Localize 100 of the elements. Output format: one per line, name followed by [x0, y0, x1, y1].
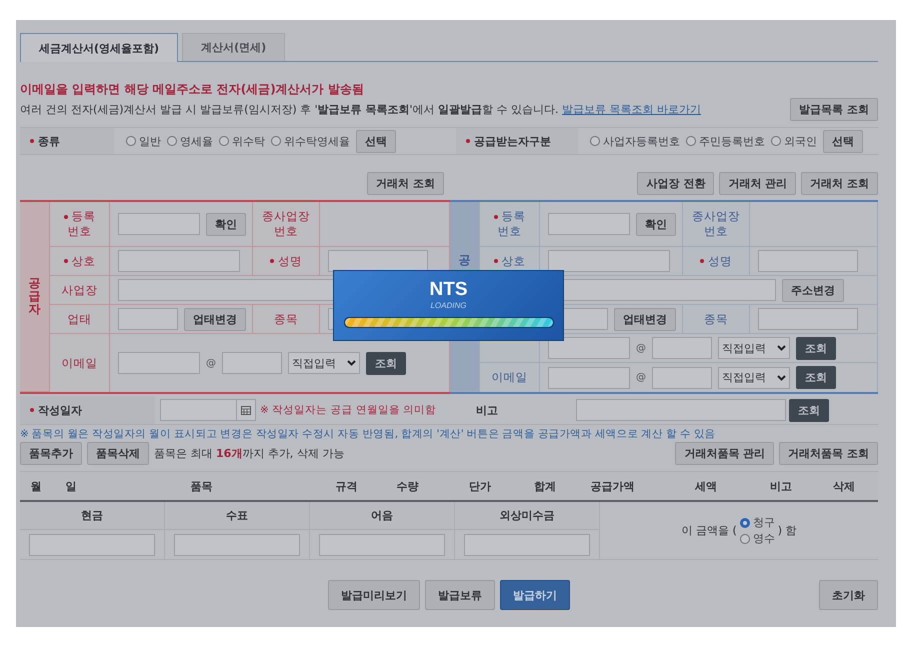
lookup-button[interactable]: 조회	[796, 366, 836, 389]
email-domain-select[interactable]: 직접입력	[718, 366, 790, 388]
column-header: 규격	[334, 478, 358, 494]
item-field[interactable]	[758, 308, 858, 330]
confirm-button[interactable]: 확인	[636, 212, 676, 236]
registration-number-field[interactable]	[548, 213, 630, 235]
field-label: 상호	[64, 254, 96, 268]
partner-item-button[interactable]: 거래처품목 조회	[779, 442, 878, 465]
confirm-button[interactable]: 확인	[206, 212, 246, 236]
field-label: 사업장	[62, 282, 98, 298]
hold-list-link[interactable]: 발급보류 목록조회 바로가기	[562, 103, 702, 116]
lookup-button[interactable]: 조회	[366, 352, 406, 374]
email-domain-field[interactable]	[222, 352, 282, 374]
radio-button[interactable]	[590, 136, 600, 146]
field-label: 이메일	[62, 356, 98, 370]
at-sign: @	[636, 372, 646, 383]
field-label: 이메일	[492, 370, 528, 385]
field-label: 종사업장 번호	[262, 209, 310, 239]
radio-button[interactable]	[771, 136, 781, 146]
column-header: 공급가액	[590, 478, 636, 494]
action-button[interactable]: 발급보류	[425, 580, 495, 610]
payment-field[interactable]	[319, 534, 445, 556]
column-header: 비고	[769, 478, 793, 494]
representative-field[interactable]	[758, 250, 858, 272]
radio-button[interactable]	[219, 136, 229, 146]
radio-button[interactable]	[740, 518, 750, 528]
payment-field[interactable]	[29, 534, 155, 556]
email-domain-field[interactable]	[652, 366, 712, 388]
option-label: 영세율	[180, 134, 213, 148]
info-text: 여러 건의 전자(세금)계산서 발급 시 발급보류(임시저장) 후 '발급보류 목록조회'에서 일괄발급할 수 있습니다. 발급보류 목록조회 바로가기	[20, 102, 702, 117]
column-header: 외상미수금	[455, 502, 600, 530]
email-domain-field[interactable]	[652, 337, 712, 359]
company-name-field[interactable]	[548, 250, 670, 272]
field-label: 비고	[476, 402, 500, 418]
payment-field[interactable]	[464, 534, 590, 556]
caret-icon	[777, 374, 786, 380]
reset-button[interactable]: 초기화	[819, 580, 878, 610]
address-change-button[interactable]: 주소변경	[782, 278, 844, 302]
field-label: 종사업장 번호	[692, 209, 740, 239]
item-button[interactable]: 품목삭제	[87, 442, 149, 465]
tab[interactable]: 계산서(면세)	[182, 33, 286, 61]
partner-item-button[interactable]: 거래처품목 관리	[675, 442, 774, 465]
column-header: 삭제	[832, 478, 856, 494]
field-label: 종류	[30, 134, 60, 148]
column-header: 수량	[396, 478, 420, 494]
caret-icon	[777, 345, 786, 351]
lookup-button[interactable]: 조회	[796, 336, 836, 360]
partner-button[interactable]: 거래처 조회	[367, 172, 444, 195]
column-header: 월	[30, 478, 42, 494]
column-header: 합계	[533, 478, 557, 494]
select-button[interactable]: 선택	[823, 130, 863, 152]
amount-text: 이 금액을 (	[681, 523, 737, 538]
email-id-field[interactable]	[548, 337, 630, 359]
radio-button[interactable]	[740, 534, 750, 544]
email-id-field[interactable]	[548, 366, 630, 388]
field-label: 상호	[494, 254, 526, 268]
email-domain-select[interactable]: 직접입력	[288, 352, 360, 374]
issue-list-button[interactable]: 발급목록 조회	[790, 98, 878, 121]
representative-field[interactable]	[328, 250, 428, 272]
company-name-field[interactable]	[118, 250, 240, 272]
business-type-button[interactable]: 업태변경	[184, 308, 246, 330]
radio-button[interactable]	[271, 136, 281, 146]
option-label: 주민등록번호	[699, 134, 765, 148]
field-label: 업태	[68, 312, 92, 326]
column-header: 품목	[190, 478, 214, 494]
column-header: 일	[64, 478, 78, 494]
item-button[interactable]: 품목추가	[20, 442, 82, 465]
payment-field[interactable]	[174, 534, 300, 556]
section-header: 공급자	[20, 202, 50, 392]
partner-button[interactable]: 거래처 관리	[719, 172, 796, 195]
column-header: 세액	[694, 478, 718, 494]
email-domain-select[interactable]: 직접입력	[718, 337, 790, 359]
business-type-button[interactable]: 업태변경	[614, 308, 676, 330]
email-id-field[interactable]	[118, 352, 200, 374]
partner-button[interactable]: 거래처 조회	[801, 172, 878, 195]
radio-button[interactable]	[126, 136, 136, 146]
column-header: 어음	[310, 502, 455, 530]
radio-button[interactable]	[167, 136, 177, 146]
field-label: 작성일자	[30, 402, 82, 418]
option-label: 사업자등록번호	[603, 134, 680, 148]
issue-button[interactable]: 발급하기	[500, 580, 570, 610]
remark-field[interactable]	[576, 399, 786, 421]
field-label: 종목	[704, 312, 728, 326]
tab[interactable]: 세금계산서(영세율포함)	[20, 33, 178, 62]
date-field[interactable]	[160, 399, 256, 421]
registration-number-field[interactable]	[118, 213, 200, 235]
field-label: 종목	[274, 312, 298, 326]
column-header: 현금	[20, 502, 165, 530]
business-type-field[interactable]	[118, 308, 178, 330]
partner-button[interactable]: 사업장 전환	[637, 172, 714, 195]
lookup-button[interactable]: 조회	[789, 398, 830, 422]
select-button[interactable]: 선택	[356, 130, 396, 152]
date-note: ※ 작성일자는 공급 연월일을 의미함	[260, 403, 436, 417]
calendar-icon[interactable]	[241, 406, 251, 414]
at-sign: @	[636, 342, 646, 354]
action-button[interactable]: 발급미리보기	[328, 580, 420, 610]
item-limit-text: 품목은 최대 16개까지 추가, 삭제 가능	[154, 446, 344, 461]
radio-button[interactable]	[686, 136, 696, 146]
amount-text: ) 함	[778, 523, 797, 538]
at-sign: @	[206, 358, 216, 368]
